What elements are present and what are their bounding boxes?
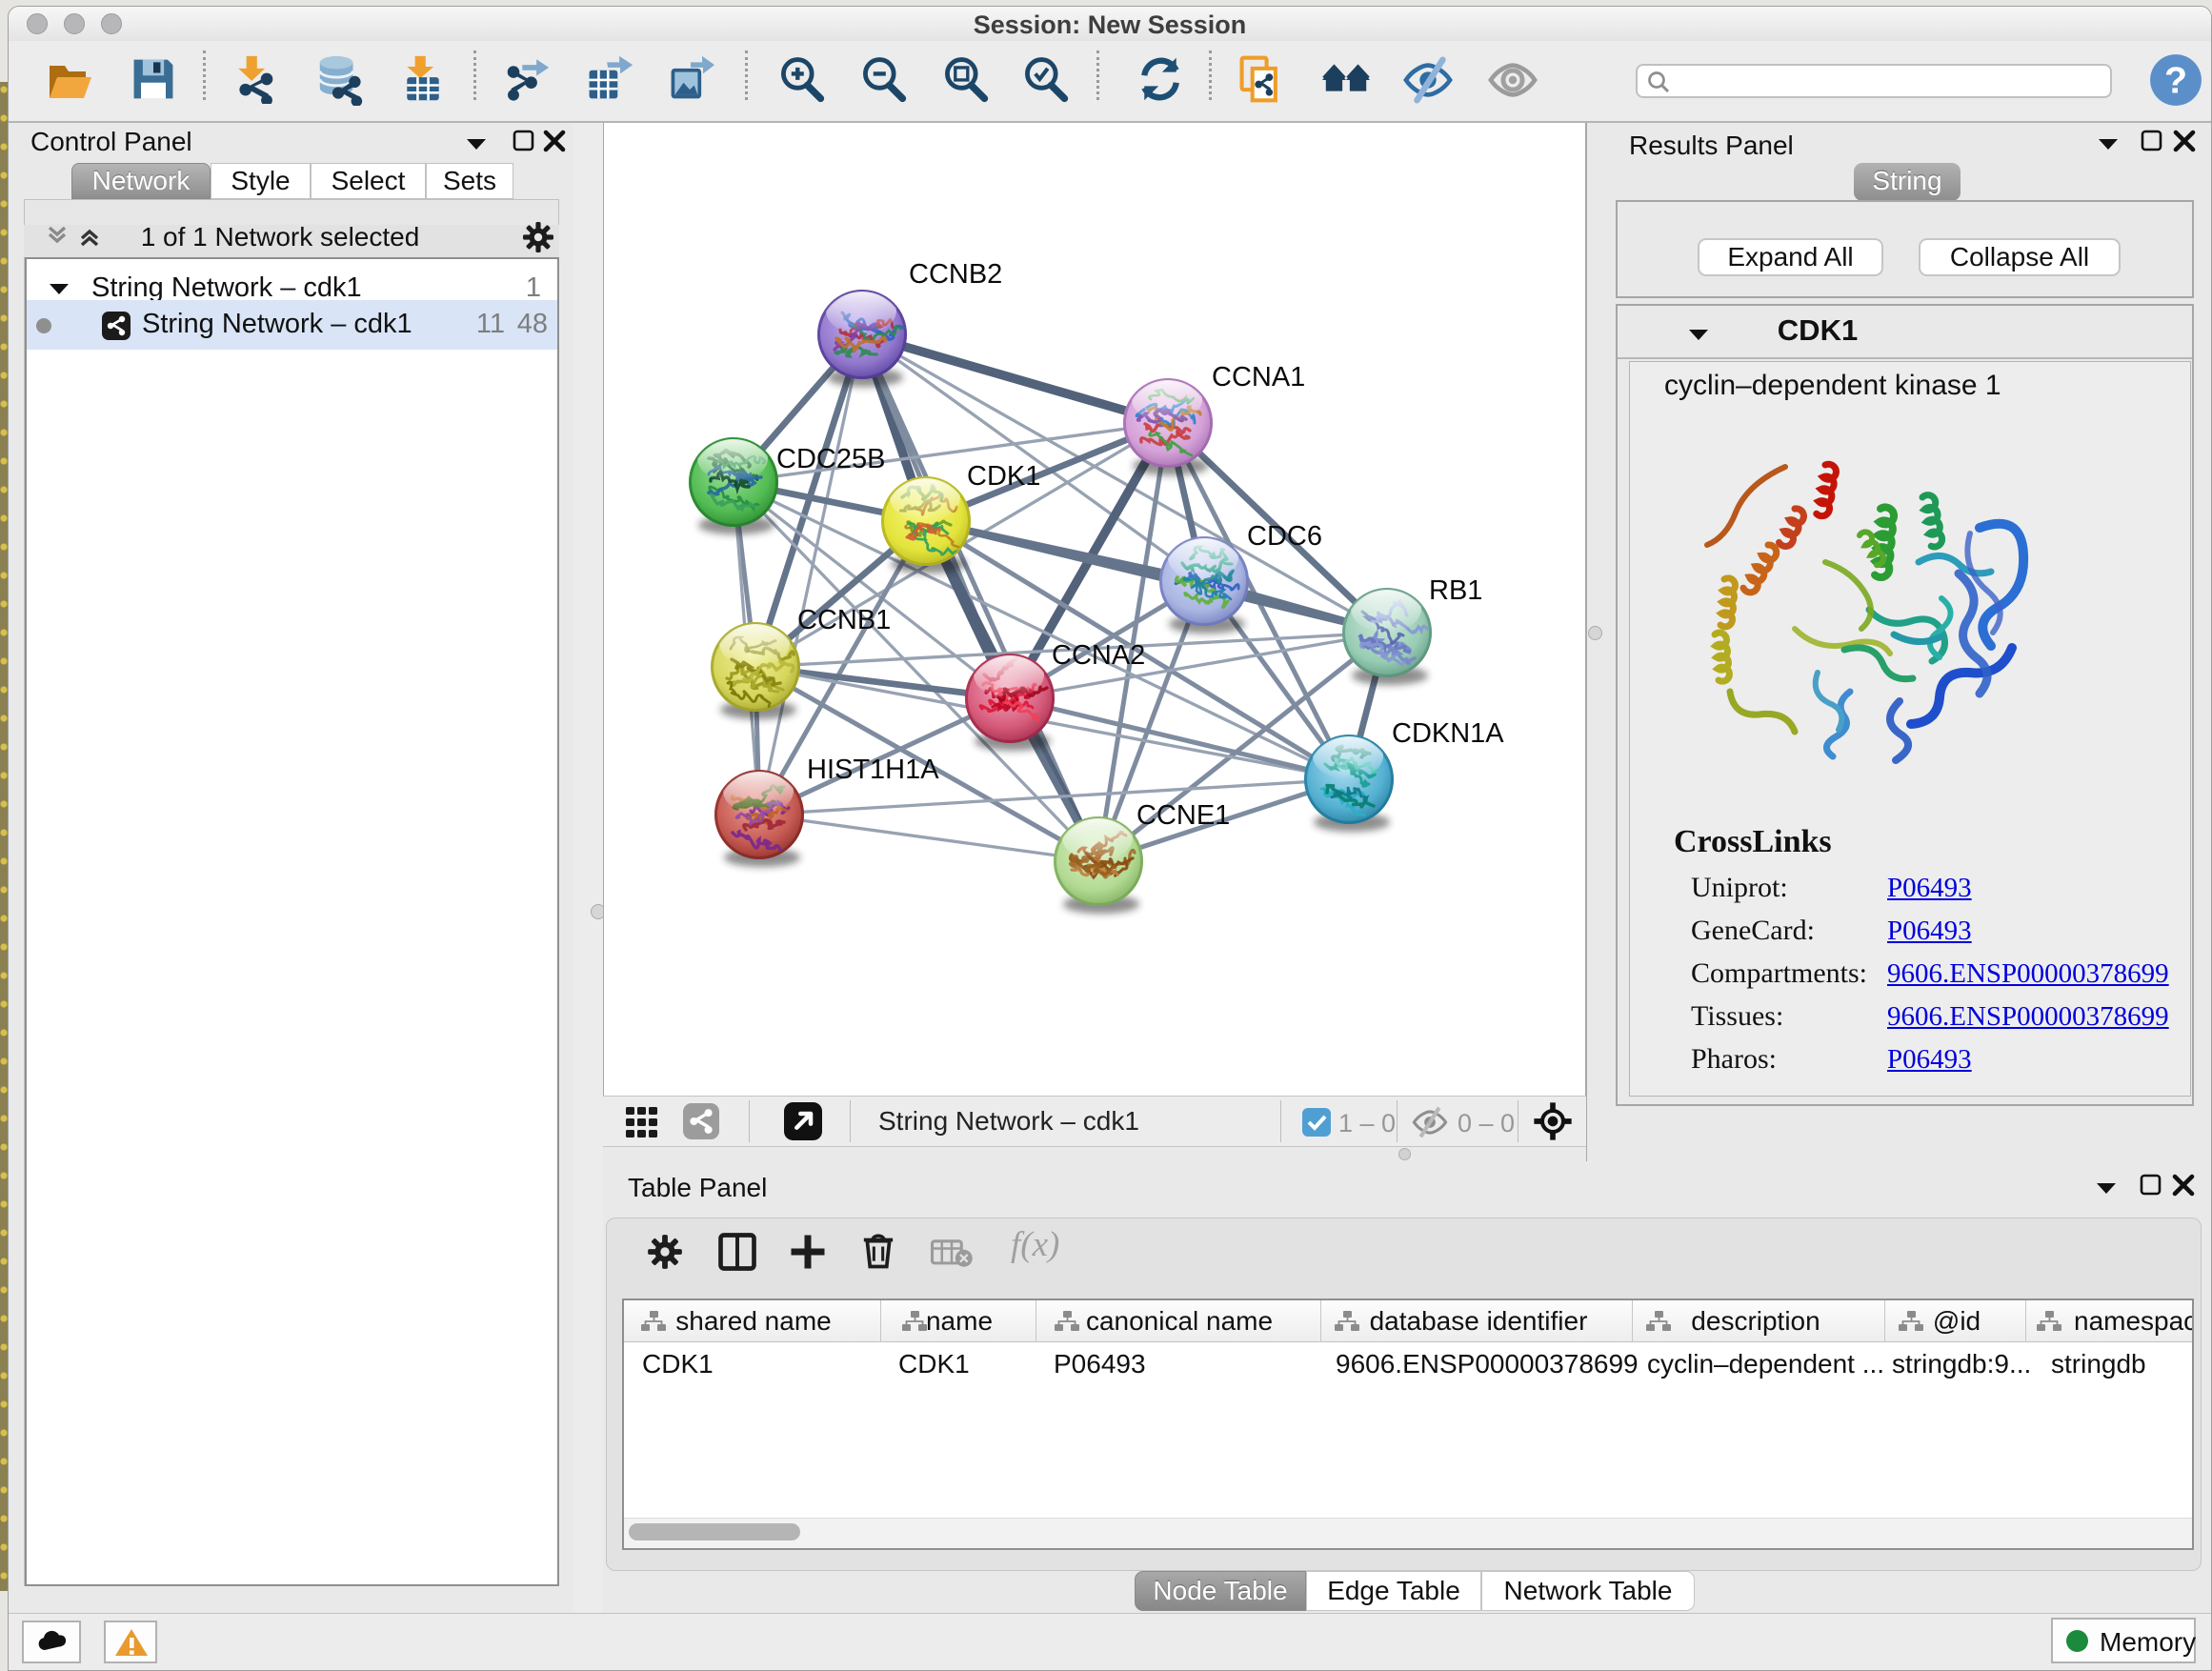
svg-text:CCNB2: CCNB2 [909,259,1002,290]
svg-text:CDC6: CDC6 [1247,521,1322,552]
svg-text:HIST1H1A: HIST1H1A [807,755,939,785]
svg-text:CCNA2: CCNA2 [1052,640,1145,671]
svg-text:CCNA1: CCNA1 [1212,362,1305,393]
svg-text:RB1: RB1 [1429,575,1482,606]
svg-text:?: ? [2164,59,2187,101]
svg-text:CCNB1: CCNB1 [797,605,891,635]
svg-text:CDC25B: CDC25B [776,444,885,474]
svg-text:CDKN1A: CDKN1A [1392,718,1504,749]
svg-text:CDK1: CDK1 [967,461,1040,492]
svg-text:CCNE1: CCNE1 [1136,800,1230,831]
